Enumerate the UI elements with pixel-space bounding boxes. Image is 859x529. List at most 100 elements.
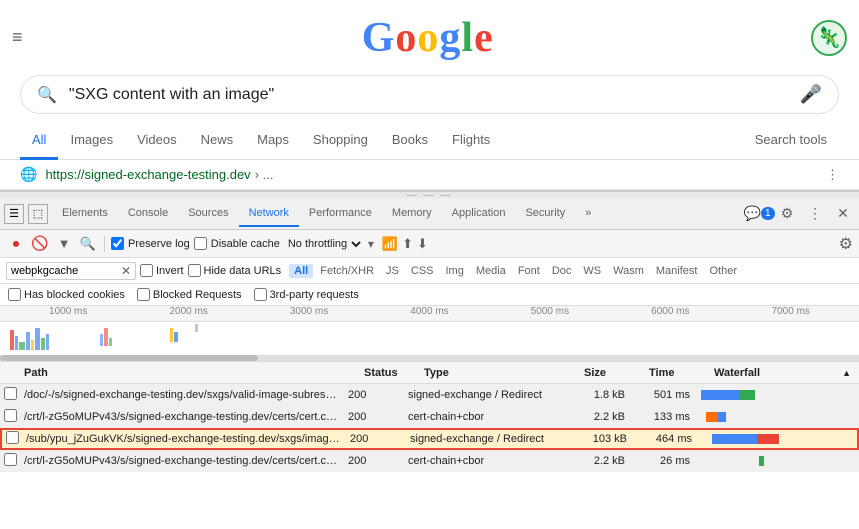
devtools-tab-select[interactable]: ☰ (4, 204, 24, 224)
table-row[interactable]: /crt/l-zG5oMUPv43/s/signed-exchange-test… (0, 406, 859, 428)
row-size-1: 1.8 kB (564, 389, 629, 401)
third-party-label: 3rd-party requests (270, 289, 359, 301)
mic-icon[interactable]: 🎤 (800, 84, 822, 105)
row-time-1: 501 ms (629, 389, 694, 401)
filter-input-wrap: ✕ (6, 262, 136, 280)
filter-type-font[interactable]: Font (513, 264, 545, 278)
logo-l: l (461, 14, 472, 62)
tab-shopping[interactable]: Shopping (301, 122, 380, 160)
timeline-area: 1000 ms 2000 ms 3000 ms 4000 ms 5000 ms … (0, 306, 859, 362)
tab-books[interactable]: Books (380, 122, 440, 160)
header-time[interactable]: Time (645, 367, 710, 379)
filter-type-media[interactable]: Media (471, 264, 511, 278)
table-row-highlighted[interactable]: /sub/ypu_jZuGukVK/s/signed-exchange-test… (0, 428, 859, 450)
table-row[interactable]: /doc/-/s/signed-exchange-testing.dev/sxg… (0, 384, 859, 406)
download-icon[interactable]: ⬇ (417, 236, 428, 252)
search-button[interactable]: 🔍 (78, 234, 98, 254)
devtools-close-icon[interactable]: ✕ (831, 202, 855, 226)
filter-bar: ✕ Invert Hide data URLs All Fetch/XHR JS… (0, 258, 859, 284)
tab-all[interactable]: All (20, 122, 58, 160)
tab-memory[interactable]: Memory (382, 201, 442, 227)
filter-type-all[interactable]: All (289, 264, 313, 278)
tab-console[interactable]: Console (118, 201, 178, 227)
row-checkbox-1[interactable] (4, 387, 20, 403)
filter-type-doc[interactable]: Doc (547, 264, 577, 278)
row-size-3: 103 kB (566, 433, 631, 445)
preserve-log-label: Preserve log (128, 238, 190, 250)
tab-sources[interactable]: Sources (178, 201, 238, 227)
clear-button[interactable]: 🚫 (30, 234, 50, 254)
hamburger-icon[interactable]: ≡ (12, 27, 23, 48)
settings-icon[interactable]: ⚙ (775, 202, 799, 226)
header-size[interactable]: Size (580, 367, 645, 379)
row-path-2: /crt/l-zG5oMUPv43/s/signed-exchange-test… (20, 411, 344, 423)
header-path[interactable]: Path (20, 367, 360, 379)
logo-o1: o (395, 14, 415, 62)
header-waterfall[interactable]: Waterfall ▲ (710, 367, 855, 379)
filter-type-wasm[interactable]: Wasm (608, 264, 649, 278)
tab-security[interactable]: Security (515, 201, 575, 227)
filter-input[interactable] (11, 265, 121, 277)
timeline-scroll-thumb[interactable] (0, 355, 258, 361)
row-checkbox-3[interactable] (6, 431, 22, 447)
url-more-icon[interactable]: ⋮ (826, 167, 839, 183)
timeline-scrollbar[interactable] (0, 355, 859, 361)
devtools-tabs: ☰ ⬚ Elements Console Sources Network Per… (0, 198, 859, 230)
disable-cache-checkbox[interactable]: Disable cache (194, 237, 280, 250)
tab-elements[interactable]: Elements (52, 201, 118, 227)
devtools-panel: — — — ☰ ⬚ Elements Console Sources Netwo… (0, 190, 859, 472)
tab-network[interactable]: Network (239, 201, 299, 227)
console-badge-count: 1 (761, 207, 775, 220)
network-settings-icon[interactable]: ⚙ (839, 234, 853, 254)
ruler-mark-5000: 5000 ms (490, 306, 610, 321)
has-blocked-cookies-checkbox[interactable]: Has blocked cookies (8, 288, 125, 301)
record-button[interactable]: ⏺ (6, 234, 26, 254)
filter-icon[interactable]: ▼ (54, 234, 74, 254)
cookies-row: Has blocked cookies Blocked Requests 3rd… (0, 284, 859, 306)
logo-g2: g (439, 14, 459, 62)
row-checkbox-4[interactable] (4, 453, 20, 469)
upload-icon[interactable]: ⬆ (402, 236, 413, 252)
ruler-mark-6000: 6000 ms (610, 306, 730, 321)
invert-label: Invert (156, 265, 184, 277)
tab-news[interactable]: News (189, 122, 246, 160)
blocked-requests-checkbox[interactable]: Blocked Requests (137, 288, 242, 301)
devtools-more-icon[interactable]: ⋮ (803, 202, 827, 226)
avatar[interactable]: 🦎 (811, 20, 847, 56)
devtools-tab-inspect[interactable]: ⬚ (28, 204, 48, 224)
tab-application[interactable]: Application (442, 201, 516, 227)
ruler-mark-2000: 2000 ms (128, 306, 248, 321)
filter-type-img[interactable]: Img (441, 264, 469, 278)
row-checkbox-2[interactable] (4, 409, 20, 425)
third-party-checkbox[interactable]: 3rd-party requests (254, 288, 359, 301)
console-badge[interactable]: 💬 1 (747, 202, 771, 226)
tab-more[interactable]: » (575, 201, 601, 227)
tab-images[interactable]: Images (58, 122, 125, 160)
invert-checkbox[interactable]: Invert (140, 264, 184, 277)
sort-arrow-icon: ▲ (842, 368, 851, 378)
filter-type-js[interactable]: JS (381, 264, 404, 278)
tab-maps[interactable]: Maps (245, 122, 301, 160)
filter-type-ws[interactable]: WS (578, 264, 606, 278)
table-row[interactable]: /crt/l-zG5oMUPv43/s/signed-exchange-test… (0, 450, 859, 472)
tab-videos[interactable]: Videos (125, 122, 189, 160)
filter-type-other[interactable]: Other (704, 264, 742, 278)
tab-search-tools[interactable]: Search tools (743, 122, 839, 160)
throttle-select[interactable]: No throttling (284, 237, 364, 251)
filter-type-fetch[interactable]: Fetch/XHR (315, 264, 379, 278)
search-box[interactable]: 🔍 "SXG content with an image" 🎤 (20, 75, 839, 114)
google-topbar: ≡ G o o g l e 🦎 (0, 0, 859, 75)
tab-flights[interactable]: Flights (440, 122, 502, 160)
filter-clear-icon[interactable]: ✕ (121, 264, 131, 278)
filter-type-css[interactable]: CSS (406, 264, 439, 278)
preserve-log-checkbox[interactable]: Preserve log (111, 237, 190, 250)
row-status-2: 200 (344, 411, 404, 423)
header-type[interactable]: Type (420, 367, 580, 379)
row-type-1: signed-exchange / Redirect (404, 389, 564, 401)
filter-type-manifest[interactable]: Manifest (651, 264, 703, 278)
row-path-4: /crt/l-zG5oMUPv43/s/signed-exchange-test… (20, 455, 344, 467)
table-body: /doc/-/s/signed-exchange-testing.dev/sxg… (0, 384, 859, 472)
tab-performance[interactable]: Performance (299, 201, 382, 227)
hide-data-urls-checkbox[interactable]: Hide data URLs (188, 264, 282, 277)
header-status[interactable]: Status (360, 367, 420, 379)
